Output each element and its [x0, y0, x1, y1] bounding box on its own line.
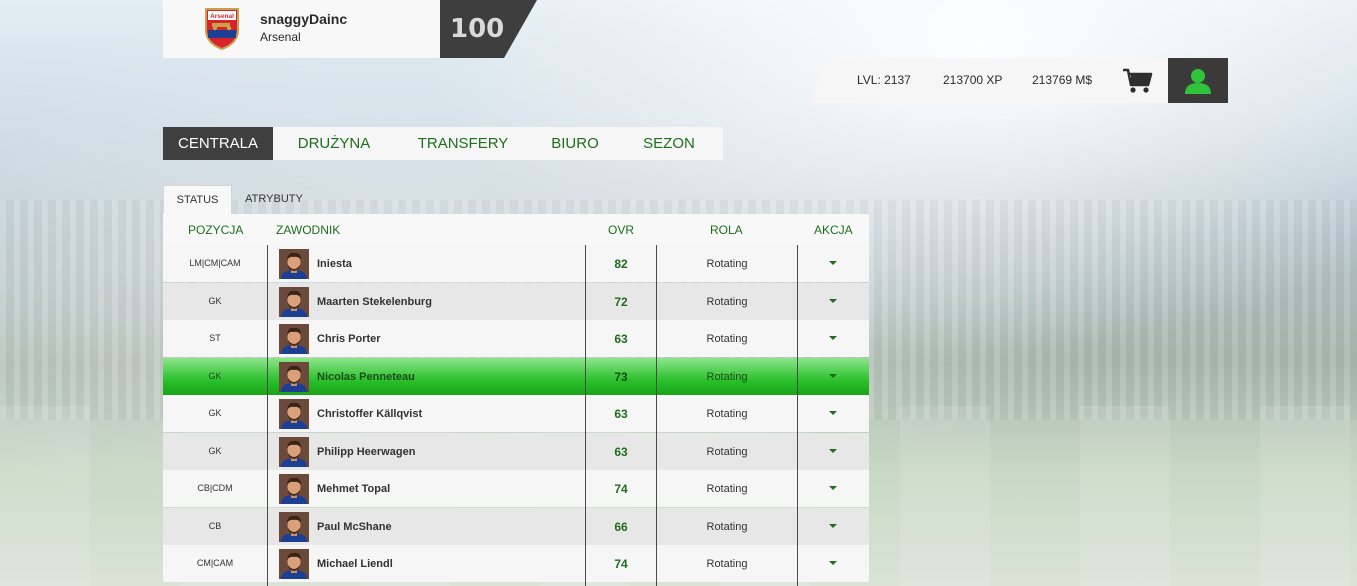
- player-avatar: [279, 549, 309, 579]
- player-position: LM|CM|CAM: [189, 258, 241, 268]
- tab-centrala[interactable]: CENTRALA: [163, 127, 273, 160]
- player-ovr: 74: [614, 557, 628, 571]
- player-avatar: [279, 287, 309, 317]
- main-nav: CENTRALA DRUŻYNA TRANSFERY BIURO SEZON: [163, 127, 723, 160]
- cart-icon[interactable]: [1122, 68, 1154, 94]
- xp-stat: 213700 XP: [943, 73, 1003, 87]
- player-avatar: [279, 437, 309, 467]
- player-name[interactable]: Paul McShane: [317, 521, 392, 533]
- action-dropdown-icon[interactable]: [823, 257, 843, 269]
- tab-transfery[interactable]: TRANSFERY: [410, 127, 516, 160]
- tab-biuro[interactable]: BIURO: [545, 127, 605, 160]
- player-ovr: 63: [614, 445, 628, 459]
- table-row[interactable]: CM|CAM Michael Liendl 74 Rotating: [163, 545, 869, 582]
- column-divider: [585, 245, 586, 586]
- user-icon: [1185, 69, 1211, 94]
- player-name[interactable]: Maarten Stekelenburg: [317, 296, 432, 308]
- player-role[interactable]: Rotating: [657, 258, 797, 270]
- player-name[interactable]: Nicolas Penneteau: [317, 371, 415, 383]
- player-ovr: 74: [614, 482, 628, 496]
- player-position: GK: [208, 371, 222, 381]
- tab-sezon[interactable]: SEZON: [637, 127, 701, 160]
- player-avatar: [279, 249, 309, 279]
- col-role: ROLA: [710, 223, 743, 237]
- player-name[interactable]: Mehmet Topal: [317, 483, 390, 495]
- player-name[interactable]: Christoffer Källqvist: [317, 408, 422, 420]
- player-ovr: 63: [614, 407, 628, 421]
- club-rating-value: 100: [450, 14, 504, 44]
- column-divider: [797, 245, 798, 586]
- action-dropdown-icon[interactable]: [823, 557, 843, 569]
- player-role[interactable]: Rotating: [657, 333, 797, 345]
- col-ovr: OVR: [608, 223, 635, 237]
- table-row[interactable]: ST Chris Porter 63 Rotating: [163, 320, 869, 357]
- club-name: Arsenal: [260, 30, 301, 44]
- club-header: Arsenal snaggyDainc Arsenal: [163, 0, 440, 58]
- player-role[interactable]: Rotating: [657, 483, 797, 495]
- table-row[interactable]: GK Philipp Heerwagen 63 Rotating: [163, 433, 869, 470]
- player-name[interactable]: Iniesta: [317, 258, 352, 270]
- player-position: CB: [208, 521, 222, 531]
- player-role[interactable]: Rotating: [657, 446, 797, 458]
- table-row[interactable]: GK Nicolas Penneteau 73 Rotating: [163, 358, 869, 395]
- money-stat: 213769 M$: [1032, 73, 1093, 87]
- action-dropdown-icon[interactable]: [823, 445, 843, 457]
- col-position: POZYCJA: [188, 223, 244, 237]
- player-avatar: [279, 512, 309, 542]
- profile-button[interactable]: [1168, 58, 1228, 103]
- table-row[interactable]: LM|CM|CAM Iniesta 82 Rotating: [163, 245, 869, 282]
- player-ovr: 66: [614, 520, 628, 534]
- action-dropdown-icon[interactable]: [823, 482, 843, 494]
- tab-druzyna[interactable]: DRUŻYNA: [293, 127, 375, 160]
- player-ovr: 82: [614, 257, 628, 271]
- squad-table: POZYCJA ZAWODNIK OVR ROLA AKCJA LM|CM|CA…: [163, 214, 869, 586]
- player-position: GK: [208, 408, 222, 418]
- player-role[interactable]: Rotating: [657, 408, 797, 420]
- player-position: CB|CDM: [197, 483, 233, 493]
- action-dropdown-icon[interactable]: [823, 407, 843, 419]
- action-dropdown-icon[interactable]: [823, 520, 843, 532]
- col-player: ZAWODNIK: [276, 223, 341, 237]
- column-divider: [656, 245, 657, 586]
- player-ovr: 63: [614, 332, 628, 346]
- player-role[interactable]: Rotating: [657, 521, 797, 533]
- table-row[interactable]: CB Paul McShane 66 Rotating: [163, 508, 869, 545]
- col-action: AKCJA: [814, 223, 853, 237]
- table-row[interactable]: GK Maarten Stekelenburg 72 Rotating: [163, 283, 869, 320]
- player-avatar: [279, 362, 309, 392]
- player-avatar: [279, 474, 309, 504]
- username: snaggyDainc: [260, 11, 348, 27]
- subtab-atrybuty[interactable]: ATRYBUTY: [232, 185, 316, 214]
- player-name[interactable]: Philipp Heerwagen: [317, 446, 415, 458]
- player-ovr: 73: [614, 370, 628, 384]
- club-rating-badge: 100: [440, 0, 537, 58]
- level-stat: LVL: 2137: [857, 73, 911, 87]
- player-name[interactable]: Chris Porter: [317, 333, 381, 345]
- table-header: POZYCJA ZAWODNIK OVR ROLA AKCJA: [163, 214, 869, 245]
- action-dropdown-icon[interactable]: [823, 370, 843, 382]
- player-avatar: [279, 399, 309, 429]
- player-role[interactable]: Rotating: [657, 296, 797, 308]
- player-name[interactable]: Michael Liendl: [317, 558, 393, 570]
- table-row[interactable]: CB|CDM Mehmet Topal 74 Rotating: [163, 470, 869, 507]
- player-role[interactable]: Rotating: [657, 558, 797, 570]
- player-position: GK: [208, 446, 222, 456]
- player-avatar: [279, 324, 309, 354]
- player-role[interactable]: Rotating: [657, 371, 797, 383]
- user-stats-bar: LVL: 2137 213700 XP 213769 M$: [809, 58, 1168, 103]
- club-crest-icon: Arsenal: [205, 8, 239, 50]
- player-position: GK: [208, 296, 222, 306]
- table-row[interactable]: GK Christoffer Källqvist 63 Rotating: [163, 395, 869, 432]
- crest-text: Arsenal: [210, 13, 234, 20]
- player-position: ST: [209, 333, 221, 343]
- action-dropdown-icon[interactable]: [823, 295, 843, 307]
- player-ovr: 72: [614, 295, 628, 309]
- player-position: CM|CAM: [196, 558, 234, 568]
- column-divider: [267, 245, 268, 586]
- action-dropdown-icon[interactable]: [823, 332, 843, 344]
- subtab-status[interactable]: STATUS: [163, 185, 232, 215]
